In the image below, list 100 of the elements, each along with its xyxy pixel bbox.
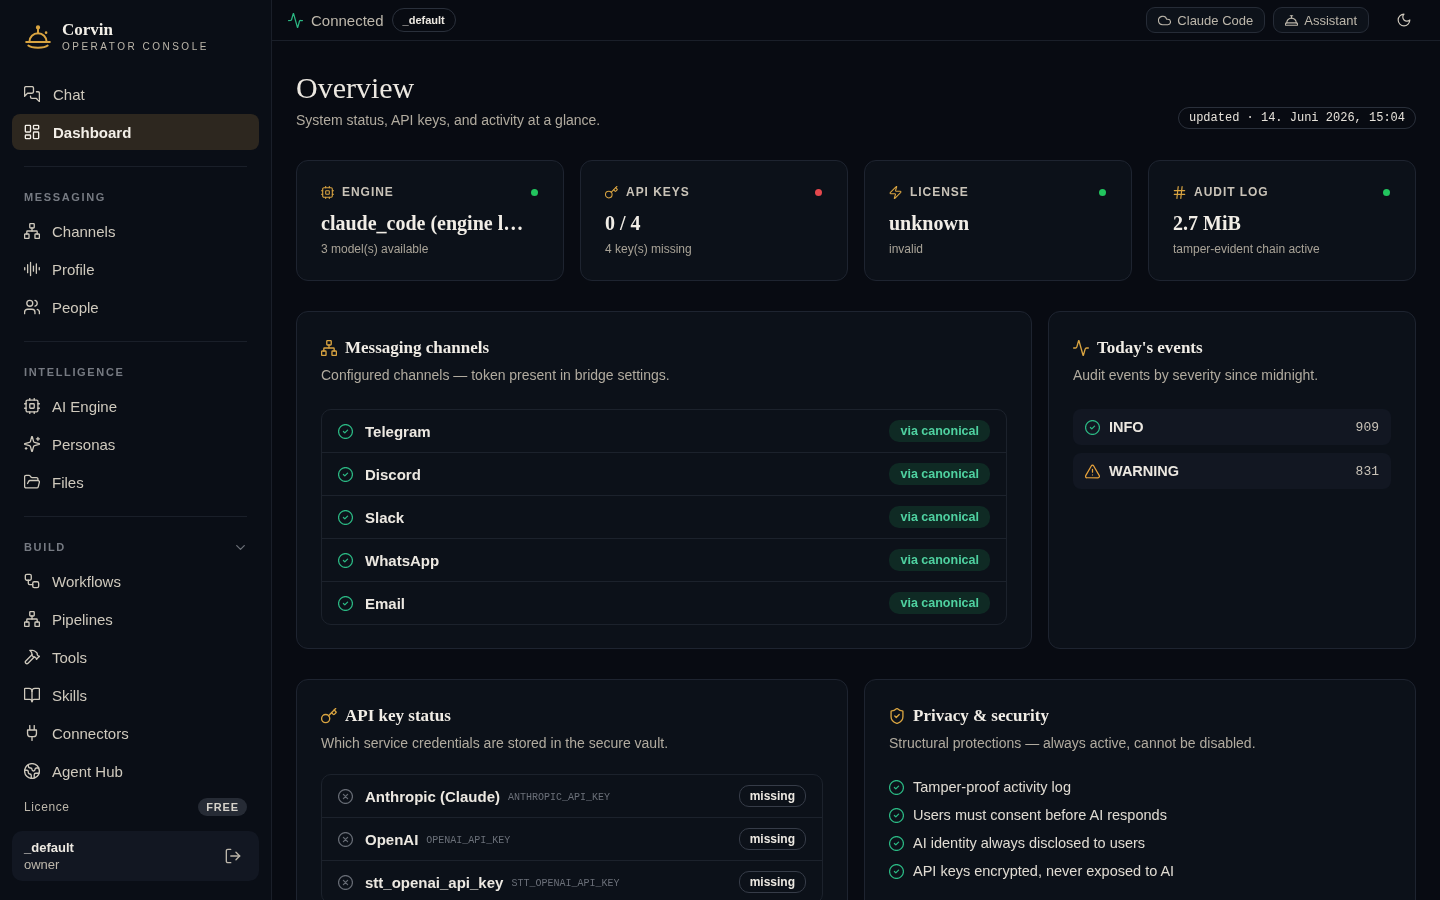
- theme-toggle-button[interactable]: [1397, 13, 1411, 27]
- channel-name: Telegram: [365, 422, 431, 440]
- workflow-icon: [24, 573, 40, 589]
- nav-item[interactable]: Channels: [12, 213, 259, 249]
- stat-label: ENGINE: [342, 185, 394, 199]
- stat-value: unknown: [889, 211, 971, 236]
- status-badge: missing: [738, 785, 806, 807]
- licence-label: Licence: [24, 800, 70, 814]
- section-label: INTELLIGENCE: [24, 365, 125, 379]
- stat-label: LICENSE: [910, 185, 969, 199]
- key-icon: [321, 708, 337, 724]
- hash-icon: [1173, 185, 1186, 199]
- env-var-name: ANTHROPIC_API_KEY: [508, 792, 611, 803]
- stat-detail: invalid: [889, 241, 925, 257]
- protection-item: API keys encrypted, never exposed to AI: [913, 863, 1175, 879]
- section-label: BUILD: [24, 540, 66, 554]
- nav-item[interactable]: Dashboard: [12, 114, 259, 150]
- channel-name: Slack: [365, 508, 405, 526]
- page-title: Overview: [296, 70, 416, 106]
- channel-name: Discord: [365, 465, 421, 483]
- nav-item[interactable]: Chat: [12, 76, 259, 112]
- nav-item[interactable]: Skills: [12, 677, 259, 713]
- user-role: owner: [24, 856, 61, 873]
- key-name: OpenAI: [365, 830, 419, 848]
- source-badge: via canonical: [889, 420, 990, 442]
- chat-bubbles-icon: [24, 86, 40, 102]
- logout-button[interactable]: [225, 848, 241, 864]
- key-name: Anthropic (Claude): [365, 787, 500, 805]
- topbar-button[interactable]: Claude Code: [1146, 7, 1266, 33]
- stat-label: AUDIT LOG: [1194, 185, 1269, 199]
- stat-value: claude_code (engine l…: [321, 211, 525, 236]
- shield-check-icon: [889, 708, 905, 724]
- globe-icon: [24, 763, 40, 779]
- book-icon: [24, 687, 40, 703]
- channel-name: Email: [365, 594, 406, 612]
- hierarchy-icon: [24, 611, 40, 627]
- panel-title: Privacy & security: [913, 705, 1049, 727]
- panel-subtitle: Which service credentials are stored in the secure vault.: [321, 734, 670, 753]
- nav-item[interactable]: People: [12, 289, 259, 325]
- section-label: MESSAGING: [24, 190, 107, 204]
- source-badge: via canonical: [889, 549, 990, 571]
- people-icon: [24, 299, 40, 315]
- moon-icon: [1397, 13, 1411, 27]
- nav-item[interactable]: Personas: [12, 426, 259, 462]
- pulse-icon: [288, 12, 303, 28]
- nav-item[interactable]: Workflows: [12, 563, 259, 599]
- event-severity: WARNING: [1109, 463, 1180, 479]
- brand-name: Corvin: [62, 20, 114, 40]
- protection-item: Users must consent before AI responds: [913, 807, 1167, 823]
- topbar-button[interactable]: Assistant: [1273, 7, 1369, 33]
- key-name: stt_openai_api_key: [365, 873, 504, 891]
- panel-title: API key status: [345, 705, 451, 727]
- panel-subtitle: Audit events by severity since midnight.: [1073, 366, 1320, 385]
- stat-label: API KEYS: [626, 185, 690, 199]
- event-severity: INFO: [1109, 419, 1144, 435]
- key-icon: [605, 185, 618, 199]
- event-count: 831: [1355, 463, 1379, 479]
- stat-value: 2.7 MiB: [1173, 211, 1242, 236]
- chip-icon: [24, 398, 40, 414]
- pulse-icon: [1073, 340, 1089, 356]
- cloud-icon: [1158, 13, 1172, 27]
- sparkles-icon: [24, 436, 40, 452]
- protection-item: Tamper-proof activity log: [913, 779, 1071, 795]
- page-subtitle: System status, API keys, and activity at a glance.: [296, 111, 601, 130]
- panel-title: Today's events: [1097, 337, 1203, 359]
- channel-name: WhatsApp: [365, 551, 440, 569]
- panel-title: Messaging channels: [345, 337, 490, 359]
- nav-item[interactable]: Connectors: [12, 715, 259, 751]
- status-badge: missing: [738, 828, 806, 850]
- chip-icon: [321, 185, 334, 199]
- nav-item[interactable]: Files: [12, 464, 259, 500]
- stat-detail: 3 model(s) available: [321, 241, 430, 257]
- folder-icon: [24, 474, 40, 490]
- nav-item[interactable]: AI Engine: [12, 388, 259, 424]
- plan-badge: FREE: [198, 798, 247, 816]
- nav-item[interactable]: Tools: [12, 639, 259, 675]
- connection-status: Connected: [311, 11, 384, 29]
- source-badge: via canonical: [889, 506, 990, 528]
- dashboard-grid-icon: [24, 124, 40, 140]
- hierarchy-icon: [24, 223, 40, 239]
- nav-item[interactable]: Pipelines: [12, 601, 259, 637]
- stat-detail: 4 key(s) missing: [605, 241, 693, 257]
- protection-item: AI identity always disclosed to users: [913, 835, 1146, 851]
- warning-icon: [1085, 463, 1100, 479]
- chevron-down-icon[interactable]: [236, 544, 245, 550]
- hammer-icon: [24, 649, 40, 665]
- nav-item[interactable]: Agent Hub: [12, 753, 259, 789]
- event-count: 909: [1355, 419, 1379, 435]
- nav-item[interactable]: Profile: [12, 251, 259, 287]
- stat-detail: tamper-evident chain active: [1173, 241, 1321, 257]
- status-badge: missing: [738, 871, 806, 893]
- bell-icon: [1285, 13, 1299, 27]
- env-var-name: STT_OPENAI_API_KEY: [511, 878, 620, 889]
- plug-icon: [24, 725, 40, 741]
- source-badge: via canonical: [889, 463, 990, 485]
- user-name: _default: [24, 839, 74, 856]
- logout-icon: [225, 848, 241, 864]
- lightning-icon: [889, 185, 902, 199]
- panel-subtitle: Configured channels — token present in bridge settings.: [321, 366, 671, 385]
- brand-tagline: OPERATOR CONSOLE: [62, 40, 209, 54]
